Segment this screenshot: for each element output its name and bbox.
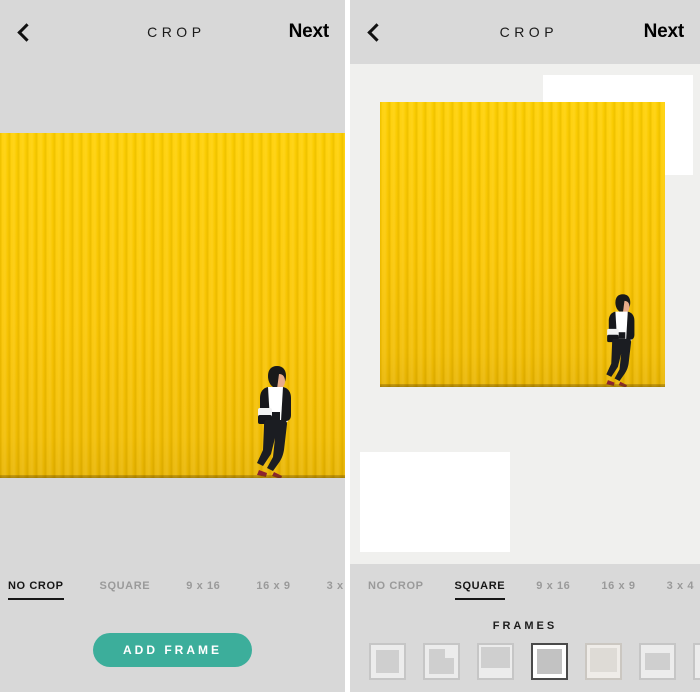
ratio-tab-9x16[interactable]: 9 x 16: [536, 575, 570, 598]
ratio-tab-3x4[interactable]: 3 x 4: [327, 575, 345, 598]
panel-square-crop: CROP Next NO CROP SQUARE 9 x 16 16 x 9 3…: [350, 0, 700, 692]
frame-preview-icon: [537, 649, 562, 674]
ratio-tab-square[interactable]: SQUARE: [100, 575, 151, 598]
frame-corner-tab-icon: [445, 649, 454, 658]
crop-screen-comparison: CROP Next NO CROP SQUARE 9 x 16 16 x 9 3…: [0, 0, 700, 692]
crop-stage-left[interactable]: [0, 64, 345, 564]
bottom-controls-left: NO CROP SQUARE 9 x 16 16 x 9 3 x 4 4 x 3…: [0, 564, 345, 692]
add-frame-area: ADD FRAME: [0, 608, 345, 692]
header-bar-right: CROP Next: [350, 0, 700, 64]
ratio-tab-16x9[interactable]: 16 x 9: [601, 575, 635, 598]
photo-subject-walker: [253, 360, 299, 478]
ratio-tab-9x16[interactable]: 9 x 16: [186, 575, 220, 598]
aspect-ratio-tabs-left[interactable]: NO CROP SQUARE 9 x 16 16 x 9 3 x 4 4 x 3…: [0, 564, 345, 608]
frame-option-landscape-inset[interactable]: [639, 643, 676, 680]
ratio-tab-16x9[interactable]: 16 x 9: [256, 575, 290, 598]
frame-option-thick-white[interactable]: [531, 643, 568, 680]
frame-preview-icon: [590, 648, 617, 672]
page-title: CROP: [147, 24, 206, 40]
frame-preview-icon: [481, 647, 510, 668]
frames-section-title: FRAMES: [492, 620, 558, 632]
back-button[interactable]: [366, 15, 396, 49]
header-bar-left: CROP Next: [0, 0, 345, 64]
chevron-left-icon: [17, 22, 36, 42]
frame-option-warm-mat[interactable]: [585, 643, 622, 680]
frame-preview-icon: [645, 653, 670, 670]
frame-option-thin-tab[interactable]: [423, 643, 460, 680]
bottom-controls-right: NO CROP SQUARE 9 x 16 16 x 9 3 x 4 4 x 3…: [350, 564, 700, 692]
back-button[interactable]: [16, 15, 46, 49]
ratio-tab-no-crop[interactable]: NO CROP: [8, 575, 64, 600]
frame-option-partial[interactable]: [693, 643, 700, 680]
frames-thumbnail-strip[interactable]: [350, 632, 700, 680]
photo-canvas[interactable]: [380, 102, 665, 387]
photo-subject-walker: [603, 289, 641, 387]
photo-canvas[interactable]: [0, 133, 345, 478]
ratio-tab-3x4[interactable]: 3 x 4: [667, 575, 694, 598]
frame-overlay-bottom-left: [360, 452, 510, 552]
crop-stage-right[interactable]: [350, 64, 700, 564]
page-title: CROP: [499, 24, 559, 40]
chevron-left-icon: [367, 22, 386, 42]
frame-option-thin-even[interactable]: [369, 643, 406, 680]
aspect-ratio-tabs-right[interactable]: NO CROP SQUARE 9 x 16 16 x 9 3 x 4 4 x 3…: [350, 564, 700, 608]
panel-no-crop: CROP Next NO CROP SQUARE 9 x 16 16 x 9 3…: [0, 0, 345, 692]
next-button[interactable]: Next: [644, 21, 685, 43]
frame-preview-icon: [376, 650, 399, 673]
crop-window-square[interactable]: [380, 102, 665, 387]
ratio-tab-square[interactable]: SQUARE: [454, 575, 506, 600]
frame-option-polaroid[interactable]: [477, 643, 514, 680]
next-button[interactable]: Next: [289, 21, 330, 43]
add-frame-button[interactable]: ADD FRAME: [93, 633, 252, 667]
ratio-tab-no-crop[interactable]: NO CROP: [368, 575, 424, 598]
